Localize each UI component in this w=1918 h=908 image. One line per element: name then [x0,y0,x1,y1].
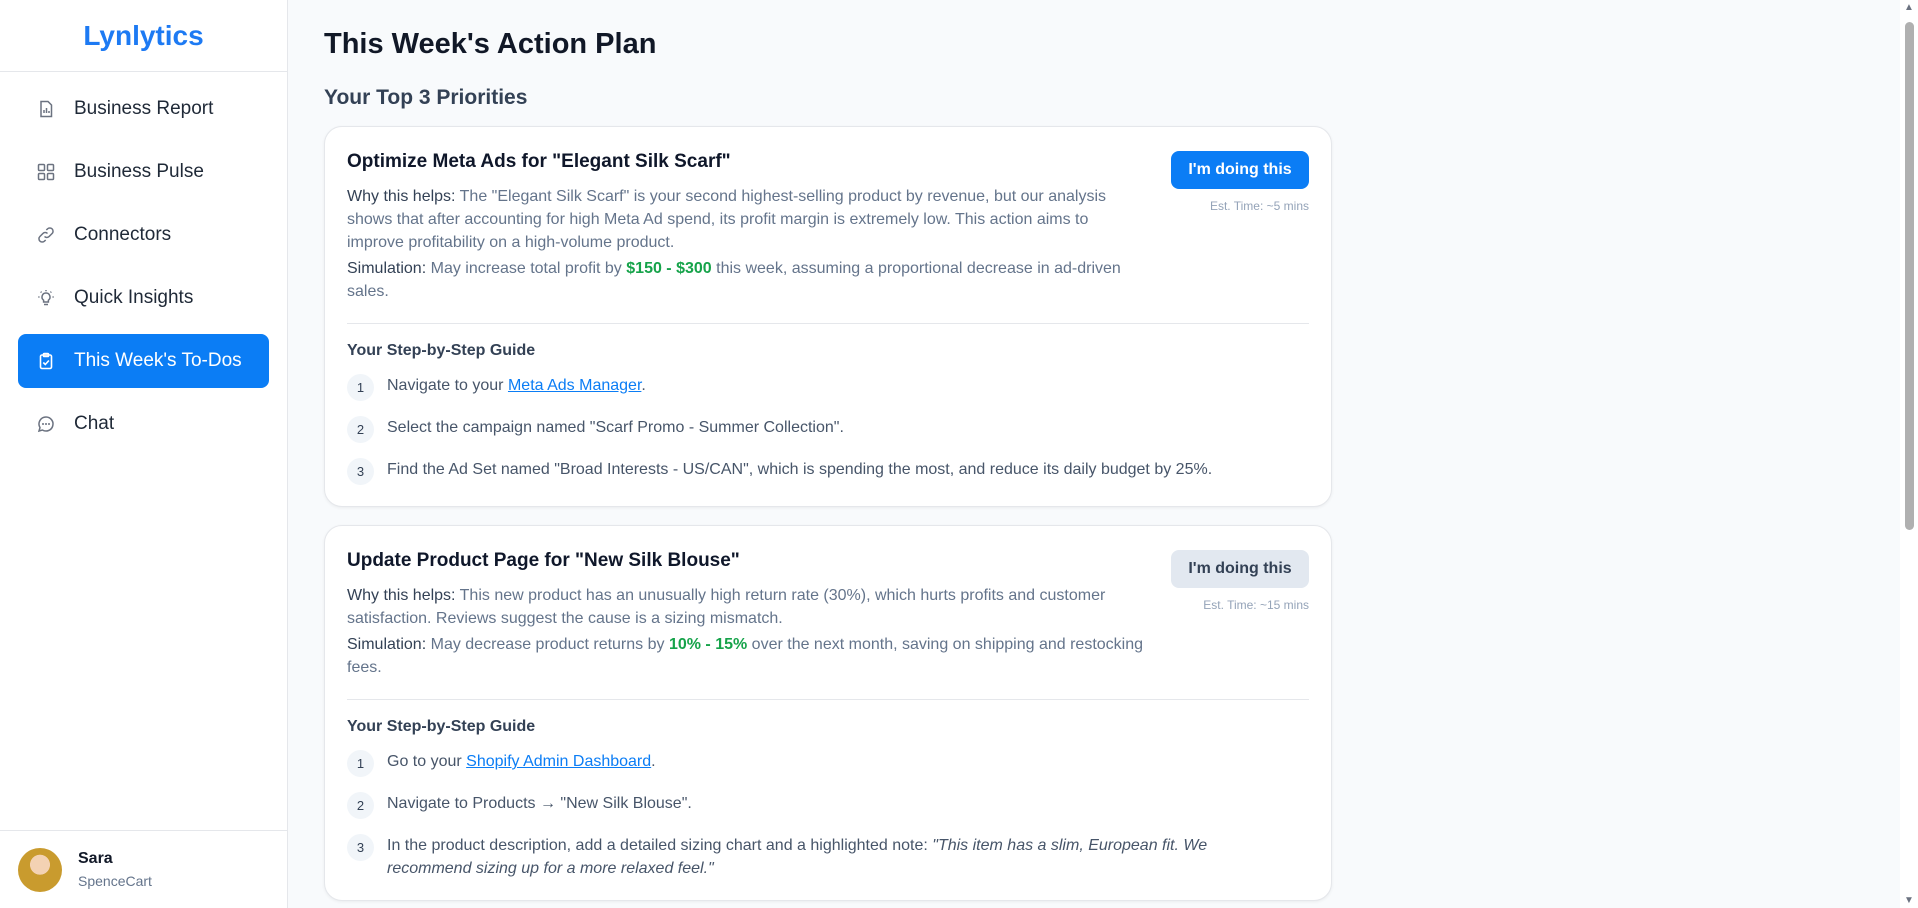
im-doing-this-button[interactable]: I'm doing this [1171,550,1309,588]
guide-step: 2 Select the campaign named "Scarf Promo… [347,416,1309,443]
sidebar-nav: Business Report Business Pulse Connector… [0,72,287,470]
step-text: Go to your Shopify Admin Dashboard. [387,750,1287,773]
why-text: The "Elegant Silk Scarf" is your second … [347,188,1107,251]
link-icon [36,225,56,245]
sidebar-item-business-report[interactable]: Business Report [18,82,269,136]
guide-step: 3 In the product description, add a deta… [347,834,1309,880]
simulation-label: Simulation: [347,260,427,277]
sidebar-item-weekly-todos[interactable]: This Week's To-Dos [18,334,269,388]
step-text: In the product description, add a detail… [387,834,1287,880]
page-scrollbar[interactable]: ▲ ▼ [1900,0,1918,908]
main-content: This Week's Action Plan Your Top 3 Prior… [324,0,1884,908]
meta-ads-manager-link[interactable]: Meta Ads Manager [508,377,641,394]
step-number: 1 [347,750,374,777]
guide-title: Your Step-by-Step Guide [347,718,536,735]
report-icon [36,99,56,119]
estimated-time: Est. Time: ~5 mins [1209,199,1309,213]
sidebar-item-label: Quick Insights [74,287,194,308]
simulation-text: May decrease product returns by [430,636,665,653]
step-number: 3 [347,834,374,861]
step-text-after: . [641,377,646,394]
user-org: SpenceCart [78,873,152,889]
shopify-admin-dashboard-link[interactable]: Shopify Admin Dashboard [466,753,651,770]
guide-step: 1 Navigate to your Meta Ads Manager. [347,374,1309,401]
step-text-before: Navigate to your [387,377,504,394]
sidebar-item-business-pulse[interactable]: Business Pulse [18,145,269,199]
priority-card: Optimize Meta Ads for "Elegant Silk Scar… [324,126,1332,507]
scrollbar-thumb[interactable] [1905,22,1914,530]
chat-icon [36,414,56,434]
scroll-down-icon[interactable]: ▼ [1904,895,1914,906]
guide-step: 2 Navigate to Products → "New Silk Blous… [347,792,1309,819]
simulation-label: Simulation: [347,636,427,653]
guide-step: 1 Go to your Shopify Admin Dashboard. [347,750,1309,777]
why-text: This new product has an unusually high r… [347,587,1106,627]
scroll-up-icon[interactable]: ▲ [1904,2,1914,13]
im-doing-this-button[interactable]: I'm doing this [1171,151,1309,189]
divider [347,699,1309,700]
sidebar-item-label: Connectors [74,224,172,245]
guide-step: 3 Find the Ad Set named "Broad Interests… [347,458,1309,485]
step-number: 3 [347,458,374,485]
why-this-helps: Why this helps: This new product has an … [347,584,1147,630]
sidebar-item-connectors[interactable]: Connectors [18,208,269,262]
sidebar-item-quick-insights[interactable]: Quick Insights [18,271,269,325]
step-text: Find the Ad Set named "Broad Interests -… [387,461,1213,478]
step-text: Navigate to your Meta Ads Manager. [387,374,1287,397]
sidebar-item-label: This Week's To-Dos [74,350,242,371]
avatar [18,847,62,892]
step-number: 1 [347,374,374,401]
brand-logo[interactable]: Lynlytics [0,0,287,72]
why-this-helps: Why this helps: The "Elegant Silk Scarf"… [347,185,1147,254]
user-profile[interactable]: Sara SpenceCart [0,830,287,908]
simulation-text: May increase total profit by [430,260,622,277]
step-text: Navigate to Products → "New Silk Blouse"… [387,795,692,812]
guide-title: Your Step-by-Step Guide [347,342,536,359]
clipboard-check-icon [36,351,56,371]
sidebar: Lynlytics Business Report Business Pulse… [0,0,288,908]
grid-icon [36,162,56,182]
user-name: Sara [78,850,113,867]
simulation-highlight: 10% - 15% [668,636,748,653]
page-title: This Week's Action Plan [324,28,657,60]
step-text-before: Go to your [387,753,462,770]
step-text-before: In the product description, add a detail… [387,837,928,854]
sidebar-item-label: Business Pulse [74,161,204,182]
simulation: Simulation: May decrease product returns… [347,633,1147,679]
step-number: 2 [347,416,374,443]
simulation: Simulation: May increase total profit by… [347,257,1147,303]
page-subtitle: Your Top 3 Priorities [324,86,528,109]
why-label: Why this helps: [347,587,456,604]
card-title: Update Product Page for "New Silk Blouse… [347,550,740,571]
why-label: Why this helps: [347,188,456,205]
simulation-highlight: $150 - $300 [626,260,712,277]
estimated-time: Est. Time: ~15 mins [1203,598,1309,612]
priority-card: Update Product Page for "New Silk Blouse… [324,525,1332,901]
lightbulb-icon [36,288,56,308]
sidebar-item-chat[interactable]: Chat [18,397,269,451]
card-title: Optimize Meta Ads for "Elegant Silk Scar… [347,151,731,172]
step-text-after: . [651,753,656,770]
step-number: 2 [347,792,374,819]
sidebar-item-label: Business Report [74,98,214,119]
divider [347,323,1309,324]
step-text: Select the campaign named "Scarf Promo -… [387,419,844,436]
sidebar-item-label: Chat [74,413,115,434]
